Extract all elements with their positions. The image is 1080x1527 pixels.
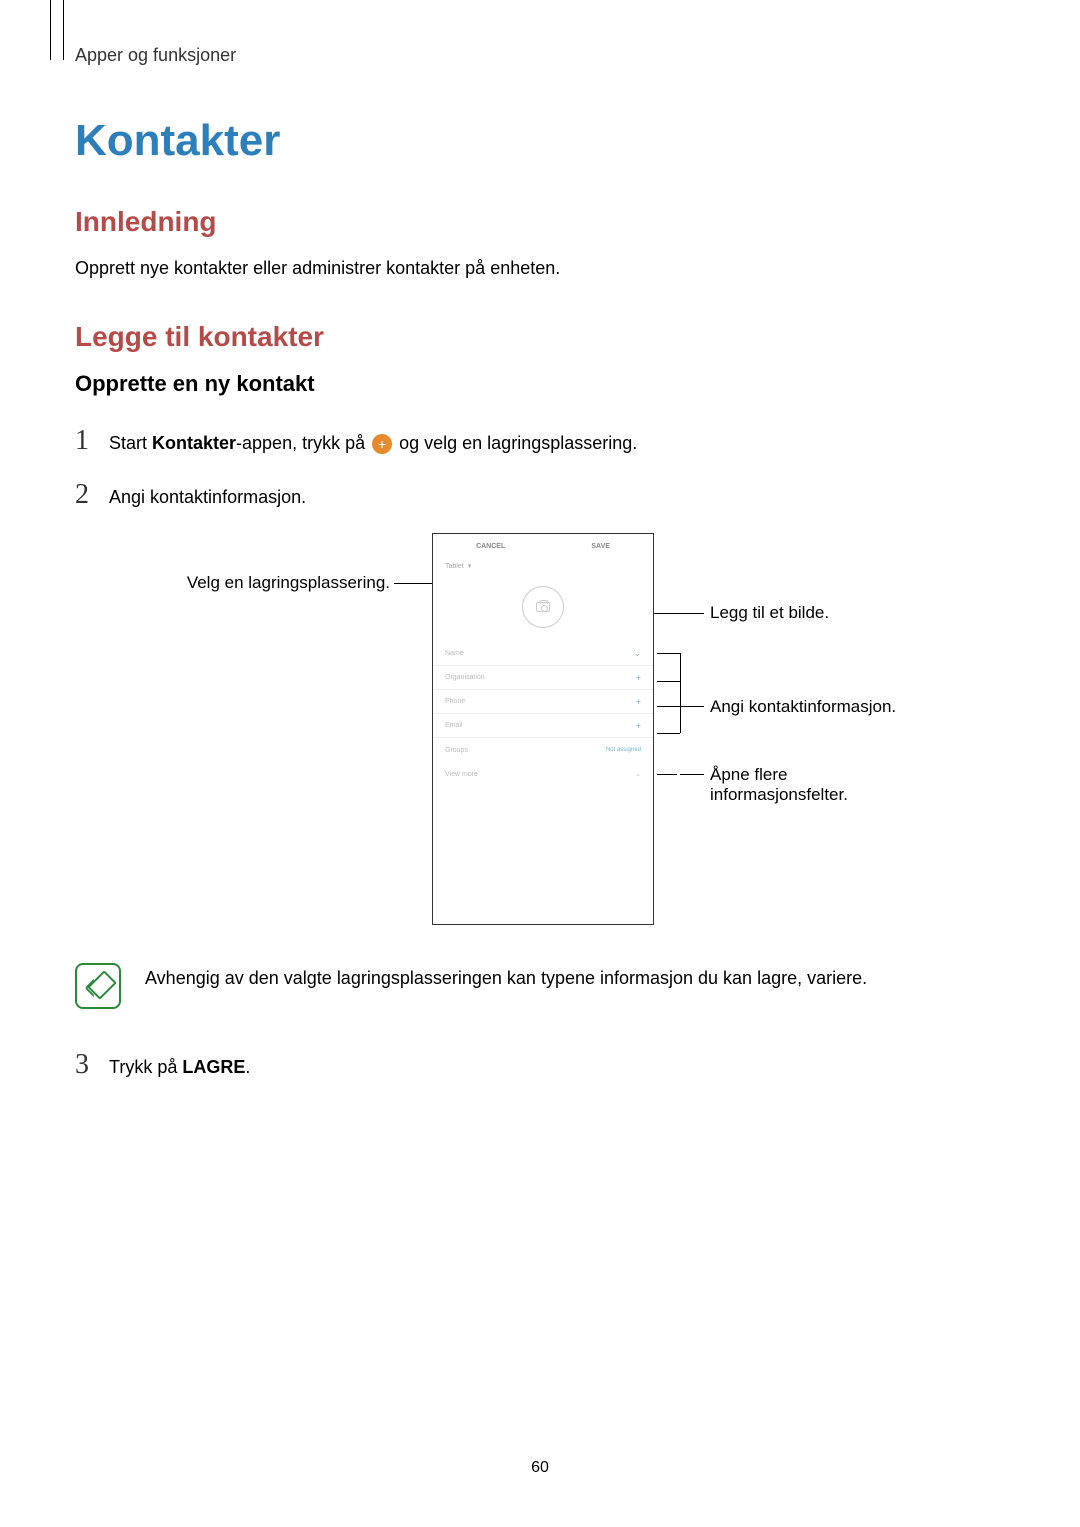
view-more-toggle[interactable]: View more ⌄ <box>433 762 653 786</box>
note-callout: Avhengig av den valgte lagringsplasserin… <box>75 963 1005 1009</box>
note-text: Avhengig av den valgte lagringsplasserin… <box>145 963 867 992</box>
callout-storage: Velg en lagringsplassering. <box>150 573 390 593</box>
field-label: Organisation <box>445 674 485 681</box>
step3-text-pre: Trykk på <box>109 1057 182 1077</box>
add-icon[interactable]: + <box>636 697 641 707</box>
add-icon[interactable]: + <box>636 673 641 683</box>
step3-text-post: . <box>245 1057 250 1077</box>
figure-container: Velg en lagringsplassering. Legg til et … <box>75 533 1005 933</box>
step-3: 3 Trykk på LAGRE. <box>75 1049 1005 1081</box>
save-button[interactable]: SAVE <box>591 543 610 550</box>
callout-line <box>657 681 680 682</box>
view-more-label: View more <box>445 771 478 778</box>
callout-line <box>657 733 680 734</box>
storage-selector[interactable]: Tablet ▾ <box>433 558 653 574</box>
field-label: Groups <box>445 747 468 754</box>
email-field[interactable]: Email + <box>433 714 653 738</box>
callout-line <box>680 774 704 775</box>
callout-image: Legg til et bilde. <box>710 603 829 623</box>
callout-line <box>657 706 680 707</box>
pencil-icon <box>87 975 109 997</box>
chevron-down-icon: ⌄ <box>635 770 641 778</box>
callout-more: Åpne flere informasjonsfelter. <box>710 765 930 805</box>
step1-text-post: og velg en lagringsplassering. <box>394 433 637 453</box>
callout-line <box>680 706 704 707</box>
step-number: 1 <box>75 425 109 457</box>
section-heading-add: Legge til kontakter <box>75 321 1005 353</box>
subsection-heading: Opprette en ny kontakt <box>75 371 1005 397</box>
name-field[interactable]: Name ⌄ <box>433 642 653 666</box>
storage-value: Tablet <box>445 563 464 570</box>
callout-bracket <box>680 653 681 733</box>
step1-text-pre: Start <box>109 433 152 453</box>
step2-text: Angi kontaktinformasjon. <box>109 484 1005 511</box>
field-label: Email <box>445 722 463 729</box>
intro-text: Opprett nye kontakter eller administrer … <box>75 256 1005 281</box>
contact-photo-button[interactable] <box>522 586 564 628</box>
step1-bold: Kontakter <box>152 433 236 453</box>
step-1: 1 Start Kontakter-appen, trykk på + og v… <box>75 425 1005 457</box>
page-number: 60 <box>0 1459 1080 1477</box>
organisation-field[interactable]: Organisation + <box>433 666 653 690</box>
add-icon[interactable]: + <box>636 721 641 731</box>
callout-info: Angi kontaktinformasjon. <box>710 697 896 717</box>
add-contact-icon: + <box>372 434 392 454</box>
note-icon <box>75 963 121 1009</box>
step-number: 3 <box>75 1049 109 1081</box>
phone-mock: CANCEL SAVE Tablet ▾ Name ⌄ Organisation… <box>432 533 654 925</box>
step3-bold: LAGRE <box>182 1057 245 1077</box>
groups-value: Not assigned <box>606 747 641 753</box>
chevron-down-icon: ⌄ <box>633 648 641 659</box>
callout-line <box>657 653 680 654</box>
field-label: Phone <box>445 698 465 705</box>
step-number: 2 <box>75 479 109 511</box>
page-title: Kontakter <box>75 116 1005 166</box>
cancel-button[interactable]: CANCEL <box>476 543 505 550</box>
callout-line <box>657 774 677 775</box>
chevron-down-icon: ▾ <box>468 562 472 570</box>
phone-field[interactable]: Phone + <box>433 690 653 714</box>
section-heading-intro: Innledning <box>75 206 1005 238</box>
step1-text-mid: -appen, trykk på <box>236 433 370 453</box>
breadcrumb: Apper og funksjoner <box>75 45 1005 66</box>
groups-field[interactable]: Groups Not assigned <box>433 738 653 762</box>
field-label: Name <box>445 650 464 657</box>
camera-icon <box>536 602 550 612</box>
step-2: 2 Angi kontaktinformasjon. <box>75 479 1005 511</box>
decorative-tab-marks <box>50 0 64 60</box>
